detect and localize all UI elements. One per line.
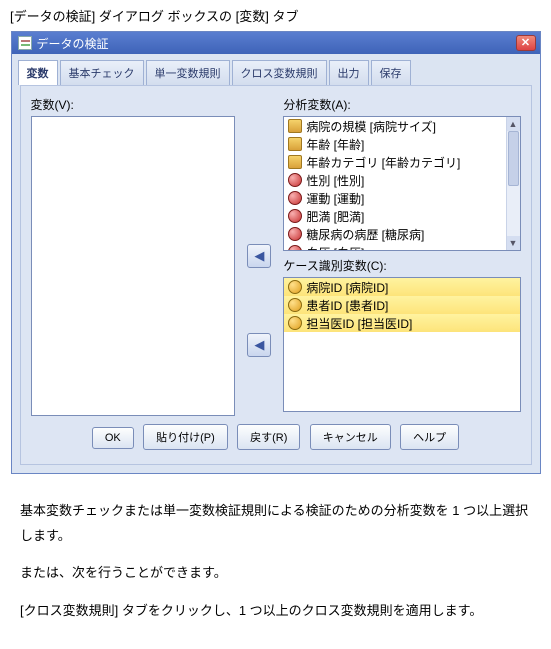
scroll-down-icon[interactable]: ▼: [507, 236, 520, 250]
list-item-label: 性別 [性別]: [306, 172, 364, 189]
scale-icon: [288, 119, 302, 133]
source-label: 変数(V):: [31, 96, 236, 113]
nominal-icon: [288, 227, 302, 241]
list-item[interactable]: 性別 [性別]: [284, 171, 519, 189]
list-item[interactable]: 運動 [運動]: [284, 189, 519, 207]
app-icon: [18, 36, 32, 50]
caseid-listbox[interactable]: 病院ID [病院ID] 患者ID [患者ID] 担当医ID [担当医ID]: [283, 277, 520, 412]
list-item[interactable]: 担当医ID [担当医ID]: [284, 314, 519, 332]
list-item-label: 年齢カテゴリ [年齢カテゴリ]: [306, 154, 460, 171]
nominal-icon: [288, 316, 302, 330]
tab-basic-check[interactable]: 基本チェック: [60, 60, 144, 85]
list-item-label: 病院ID [病院ID]: [306, 279, 388, 296]
tab-single-rules[interactable]: 単一変数規則: [146, 60, 230, 85]
move-caseid-button[interactable]: ◀: [247, 333, 271, 357]
window-title: データの検証: [37, 35, 516, 52]
list-item-label: 血圧 [血圧]: [306, 244, 364, 252]
scale-icon: [288, 137, 302, 151]
analysis-label: 分析変数(A):: [283, 96, 520, 113]
list-item[interactable]: 病院の規模 [病院サイズ]: [284, 117, 519, 135]
list-item[interactable]: 肥満 [肥満]: [284, 207, 519, 225]
scroll-up-icon[interactable]: ▲: [507, 117, 520, 131]
list-item-label: 肥満 [肥満]: [306, 208, 364, 225]
tab-variables[interactable]: 変数: [18, 60, 58, 85]
nominal-icon: [288, 298, 302, 312]
dialog-window: データの検証 ✕ 変数 基本チェック 単一変数規則 クロス変数規則 出力 保存 …: [11, 31, 541, 474]
nominal-icon: [288, 209, 302, 223]
tab-output[interactable]: 出力: [329, 60, 369, 85]
scale-icon: [288, 155, 302, 169]
tab-save[interactable]: 保存: [371, 60, 411, 85]
cancel-button[interactable]: キャンセル: [310, 424, 391, 450]
nominal-icon: [288, 173, 302, 187]
titlebar: データの検証 ✕: [12, 32, 540, 54]
move-analysis-button[interactable]: ◀: [247, 244, 271, 268]
scrollbar[interactable]: ▲ ▼: [506, 117, 520, 250]
paragraph: [クロス変数規則] タブをクリックし、1 つ以上のクロス変数規則を適用します。: [20, 599, 531, 624]
paragraph: または、次を行うことができます。: [20, 561, 531, 586]
list-item[interactable]: 糖尿病の病歴 [糖尿病]: [284, 225, 519, 243]
help-button[interactable]: ヘルプ: [400, 424, 459, 450]
tab-strip: 変数 基本チェック 単一変数規則 クロス変数規則 出力 保存: [12, 54, 540, 85]
list-item-label: 運動 [運動]: [306, 190, 364, 207]
list-item[interactable]: 年齢 [年齢]: [284, 135, 519, 153]
list-item-label: 患者ID [患者ID]: [306, 297, 388, 314]
list-item[interactable]: 病院ID [病院ID]: [284, 278, 519, 296]
list-item-label: 糖尿病の病歴 [糖尿病]: [306, 226, 424, 243]
nominal-icon: [288, 280, 302, 294]
reset-button[interactable]: 戻す(R): [237, 424, 300, 450]
tab-panel: 変数(V): ◀ 分析変数(A): 病院の規模 [病院サイズ] 年齢 [年齢] …: [20, 85, 532, 465]
close-icon[interactable]: ✕: [516, 35, 536, 51]
target-col: 分析変数(A): 病院の規模 [病院サイズ] 年齢 [年齢] 年齢カテゴリ [年…: [283, 96, 520, 416]
list-item-label: 病院の規模 [病院サイズ]: [306, 118, 436, 135]
list-item-label: 年齢 [年齢]: [306, 136, 364, 153]
doc-body: 基本変数チェックまたは単一変数検証規則による検証のための分析変数を 1 つ以上選…: [0, 474, 551, 649]
source-col: 変数(V):: [31, 96, 236, 416]
caseid-label: ケース識別変数(C):: [283, 257, 520, 274]
paste-button[interactable]: 貼り付け(P): [143, 424, 228, 450]
analysis-listbox[interactable]: 病院の規模 [病院サイズ] 年齢 [年齢] 年齢カテゴリ [年齢カテゴリ] 性別…: [283, 116, 520, 251]
ok-button[interactable]: OK: [92, 427, 134, 449]
dialog-buttons: OK 貼り付け(P) 戻す(R) キャンセル ヘルプ: [31, 416, 521, 454]
paragraph: 基本変数チェックまたは単一変数検証規則による検証のための分析変数を 1 つ以上選…: [20, 499, 531, 548]
list-item[interactable]: 年齢カテゴリ [年齢カテゴリ]: [284, 153, 519, 171]
nominal-icon: [288, 245, 302, 251]
doc-heading: [データの検証] ダイアログ ボックスの [変数] タブ: [0, 0, 551, 31]
list-item[interactable]: 患者ID [患者ID]: [284, 296, 519, 314]
list-item[interactable]: 血圧 [血圧]: [284, 243, 519, 251]
list-item-label: 担当医ID [担当医ID]: [306, 315, 412, 332]
source-listbox[interactable]: [31, 116, 236, 416]
scroll-thumb[interactable]: [508, 131, 519, 186]
tab-cross-rules[interactable]: クロス変数規則: [232, 60, 327, 85]
nominal-icon: [288, 191, 302, 205]
